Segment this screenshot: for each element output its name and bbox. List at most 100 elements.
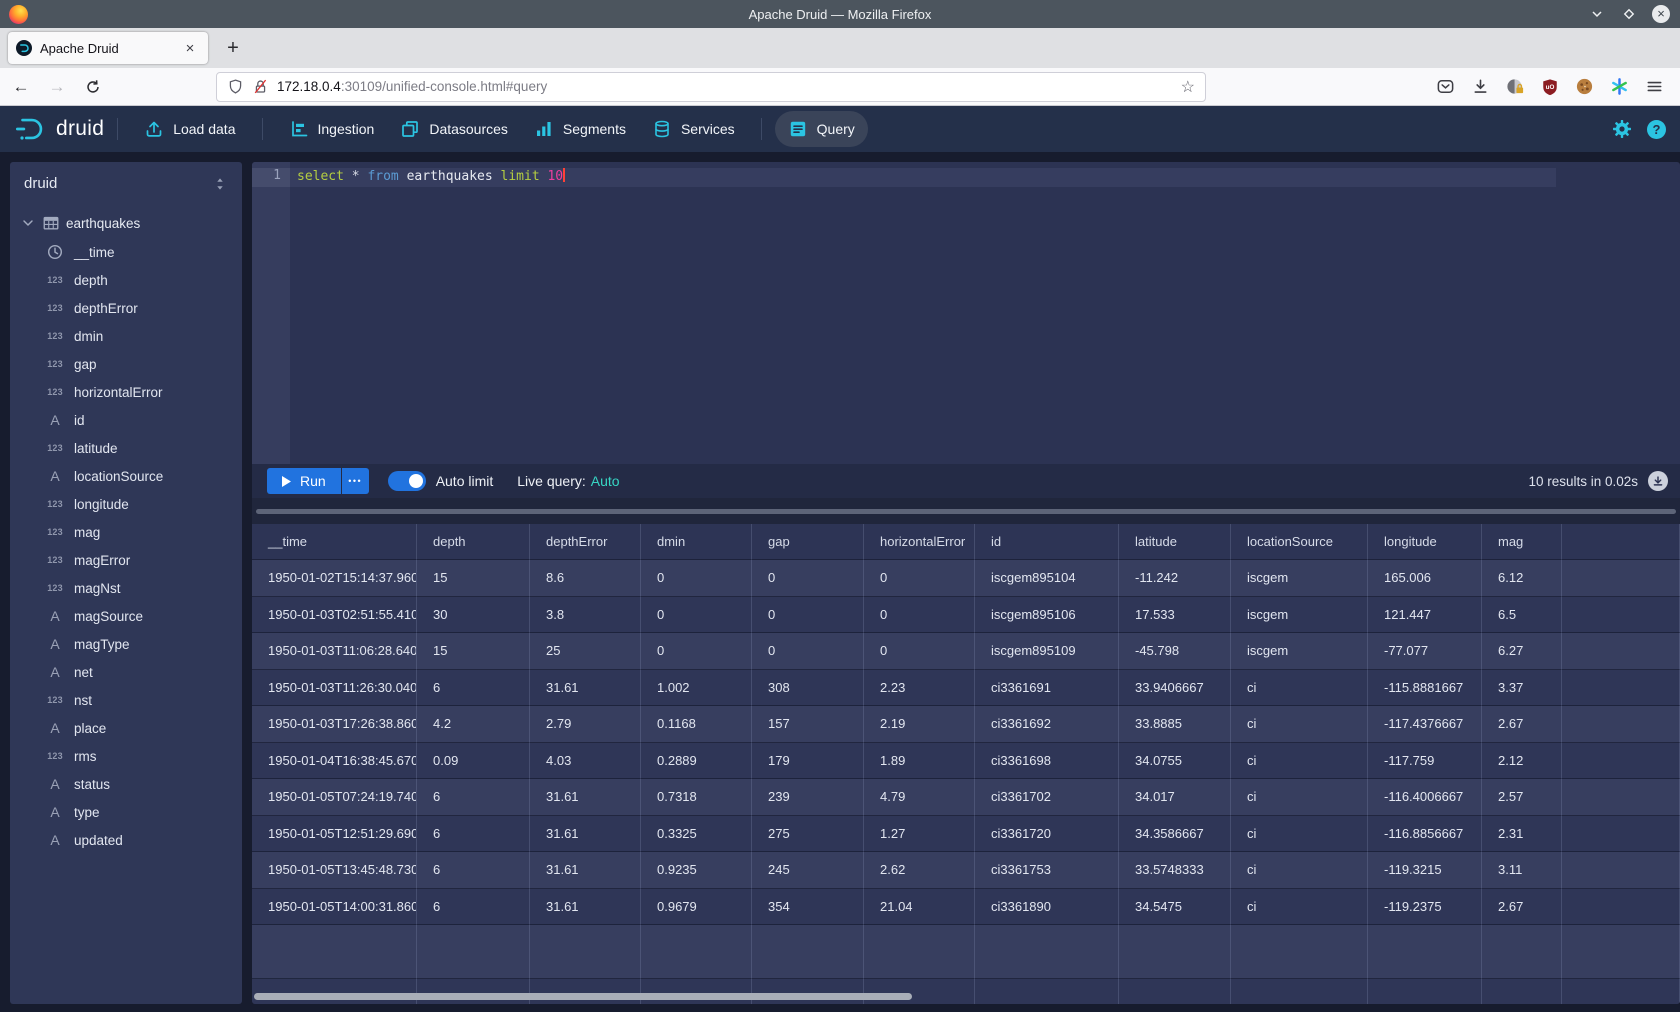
column-header-locationSource[interactable]: locationSource	[1231, 524, 1368, 560]
table-cell[interactable]: -119.3215	[1368, 852, 1482, 889]
table-cell[interactable]: 1950-01-04T16:38:45.670Z	[252, 743, 417, 780]
table-cell[interactable]: 31.61	[530, 816, 641, 853]
table-cell[interactable]: 3.11	[1482, 852, 1562, 889]
auto-limit-toggle[interactable]	[388, 471, 426, 491]
table-cell[interactable]	[1562, 889, 1680, 926]
table-cell[interactable]: 0	[752, 597, 864, 634]
table-cell[interactable]: iscgem	[1231, 560, 1368, 597]
table-cell[interactable]: iscgem895109	[975, 633, 1119, 670]
table-cell[interactable]: -116.8856667	[1368, 816, 1482, 853]
table-cell[interactable]: 121.447	[1368, 597, 1482, 634]
schema-sort-icon[interactable]	[212, 176, 228, 192]
sidebar-column-magError[interactable]: 123magError	[10, 546, 242, 574]
table-cell[interactable]: ci3361753	[975, 852, 1119, 889]
table-cell[interactable]: ci	[1231, 779, 1368, 816]
table-cell[interactable]: 165.006	[1368, 560, 1482, 597]
browser-tab[interactable]: Apache Druid ×	[8, 32, 208, 64]
resizer-handle[interactable]	[256, 509, 1676, 514]
tab-close-icon[interactable]: ×	[180, 38, 200, 58]
table-cell[interactable]: 0	[641, 560, 752, 597]
column-header-mag[interactable]: mag	[1482, 524, 1562, 560]
sidebar-column-latitude[interactable]: 123latitude	[10, 434, 242, 462]
table-cell[interactable]	[1562, 633, 1680, 670]
url-bar[interactable]: 172.18.0.4:30109/unified-console.html#qu…	[216, 72, 1206, 102]
sidebar-column-horizontalError[interactable]: 123horizontalError	[10, 378, 242, 406]
sidebar-column-locationSource[interactable]: AlocationSource	[10, 462, 242, 490]
forward-button[interactable]: →	[42, 72, 72, 102]
table-cell[interactable]: 4.79	[864, 779, 975, 816]
sidebar-column-status[interactable]: Astatus	[10, 770, 242, 798]
table-cell[interactable]: ci3361698	[975, 743, 1119, 780]
table-cell[interactable]: 34.5475	[1119, 889, 1231, 926]
sidebar-column-net[interactable]: Anet	[10, 658, 242, 686]
chevron-down-icon[interactable]	[20, 215, 36, 231]
nav-item-segments[interactable]: Segments	[521, 111, 639, 147]
sidebar-column-depthError[interactable]: 123depthError	[10, 294, 242, 322]
table-cell[interactable]: 0	[641, 633, 752, 670]
sidebar-column-longitude[interactable]: 123longitude	[10, 490, 242, 518]
table-cell[interactable]: 0	[752, 633, 864, 670]
table-cell[interactable]: 3.37	[1482, 670, 1562, 707]
table-cell[interactable]: 245	[752, 852, 864, 889]
table-cell[interactable]: 0	[864, 633, 975, 670]
sidebar-column-magSource[interactable]: AmagSource	[10, 602, 242, 630]
nav-item-datasources[interactable]: Datasources	[387, 111, 521, 147]
table-cell[interactable]: ci	[1231, 743, 1368, 780]
table-cell[interactable]: 3.8	[530, 597, 641, 634]
table-cell[interactable]: 0	[641, 597, 752, 634]
table-cell[interactable]: -116.4006667	[1368, 779, 1482, 816]
table-cell[interactable]: 2.62	[864, 852, 975, 889]
table-cell[interactable]: 33.5748333	[1119, 852, 1231, 889]
table-cell[interactable]: 1950-01-03T11:26:30.040Z	[252, 670, 417, 707]
table-cell[interactable]: 1950-01-03T17:26:38.860Z	[252, 706, 417, 743]
table-cell[interactable]: 2.67	[1482, 889, 1562, 926]
table-cell[interactable]: ci	[1231, 706, 1368, 743]
horizontal-scrollbar-thumb[interactable]	[254, 993, 912, 1000]
column-header-longitude[interactable]: longitude	[1368, 524, 1482, 560]
table-cell[interactable]	[1562, 706, 1680, 743]
table-cell[interactable]: 15	[417, 560, 530, 597]
table-cell[interactable]: 1950-01-03T11:06:28.640Z	[252, 633, 417, 670]
table-cell[interactable]: -45.798	[1119, 633, 1231, 670]
nav-item-services[interactable]: Services	[639, 111, 748, 147]
table-cell[interactable]: iscgem895106	[975, 597, 1119, 634]
table-cell[interactable]: 0	[864, 597, 975, 634]
table-cell[interactable]: 31.61	[530, 889, 641, 926]
table-cell[interactable]: 4.2	[417, 706, 530, 743]
table-cell[interactable]: ci3361702	[975, 779, 1119, 816]
table-cell[interactable]: -117.4376667	[1368, 706, 1482, 743]
sidebar-column-gap[interactable]: 123gap	[10, 350, 242, 378]
table-cell[interactable]: 4.03	[530, 743, 641, 780]
nav-item-query[interactable]: Query	[775, 111, 868, 147]
run-button[interactable]: Run	[267, 468, 341, 494]
table-cell[interactable]: 6	[417, 816, 530, 853]
table-cell[interactable]: 2.19	[864, 706, 975, 743]
table-cell[interactable]: 6.12	[1482, 560, 1562, 597]
multicolor-asterisk-extension-icon[interactable]	[1610, 77, 1629, 96]
table-cell[interactable]: 21.04	[864, 889, 975, 926]
table-cell[interactable]: 275	[752, 816, 864, 853]
table-cell[interactable]: 6.27	[1482, 633, 1562, 670]
table-cell[interactable]: 1950-01-05T14:00:31.860Z	[252, 889, 417, 926]
table-cell[interactable]: 1950-01-02T15:14:37.960Z	[252, 560, 417, 597]
insecure-lock-icon[interactable]	[252, 78, 269, 95]
table-cell[interactable]: 157	[752, 706, 864, 743]
sidebar-column-updated[interactable]: Aupdated	[10, 826, 242, 854]
table-cell[interactable]: 6	[417, 852, 530, 889]
ublock-origin-icon[interactable]: uO	[1541, 78, 1559, 96]
column-header-__time[interactable]: __time	[252, 524, 417, 560]
table-cell[interactable]: 1.89	[864, 743, 975, 780]
table-cell[interactable]: 1950-01-03T02:51:55.410Z	[252, 597, 417, 634]
nav-item-load-data[interactable]: Load data	[131, 111, 248, 147]
window-maximize-icon[interactable]	[1620, 5, 1638, 23]
table-cell[interactable]: 34.017	[1119, 779, 1231, 816]
table-cell[interactable]: 2.23	[864, 670, 975, 707]
table-cell[interactable]: 239	[752, 779, 864, 816]
table-cell[interactable]: 2.57	[1482, 779, 1562, 816]
nav-item-ingestion[interactable]: Ingestion	[276, 111, 388, 147]
sidebar-column-magNst[interactable]: 123magNst	[10, 574, 242, 602]
shield-icon[interactable]	[227, 78, 244, 95]
pocket-icon[interactable]	[1436, 77, 1455, 96]
table-cell[interactable]: 8.6	[530, 560, 641, 597]
run-more-button[interactable]: •••	[342, 468, 369, 494]
